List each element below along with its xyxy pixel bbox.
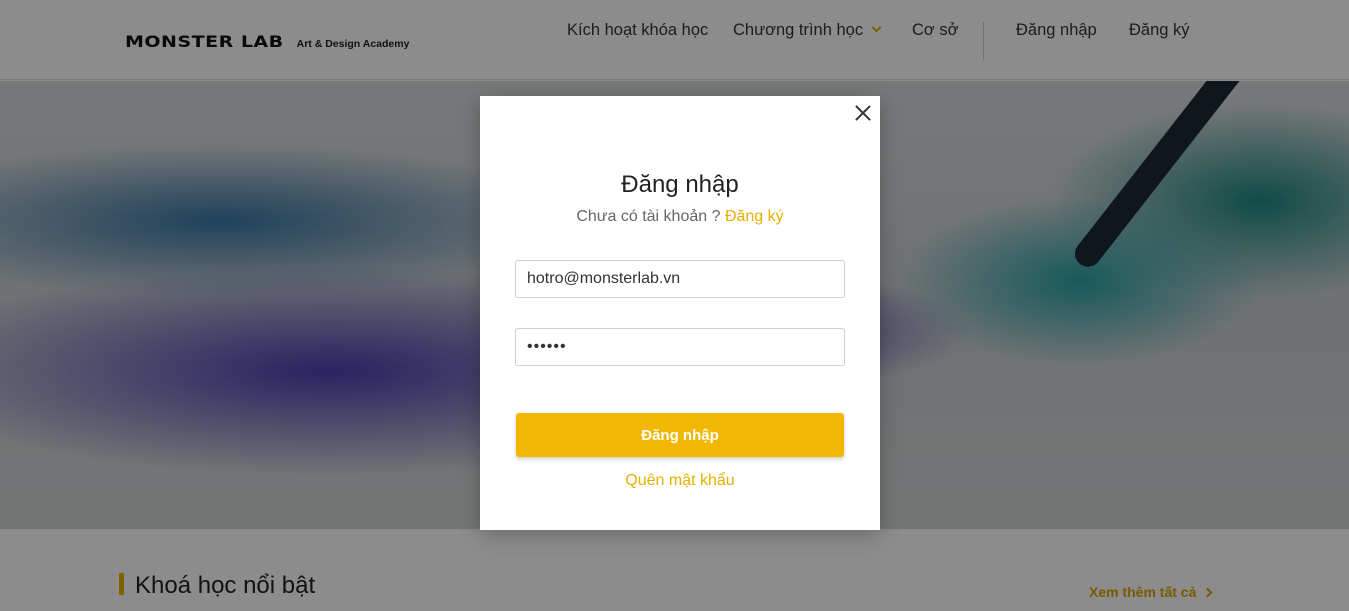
email-field[interactable] xyxy=(515,260,845,298)
modal-subtitle: Chưa có tài khoản ? Đăng ký xyxy=(480,208,880,226)
login-modal: Đăng nhập Chưa có tài khoản ? Đăng ký Đă… xyxy=(480,96,880,530)
login-button[interactable]: Đăng nhập xyxy=(516,413,844,457)
modal-title: Đăng nhập xyxy=(621,171,739,198)
register-link[interactable]: Đăng ký xyxy=(725,208,784,225)
no-account-text: Chưa có tài khoản ? xyxy=(576,208,721,225)
password-field[interactable] xyxy=(515,328,845,366)
forgot-password-link[interactable]: Quên mật khẩu xyxy=(480,472,880,490)
close-icon[interactable] xyxy=(852,102,874,124)
